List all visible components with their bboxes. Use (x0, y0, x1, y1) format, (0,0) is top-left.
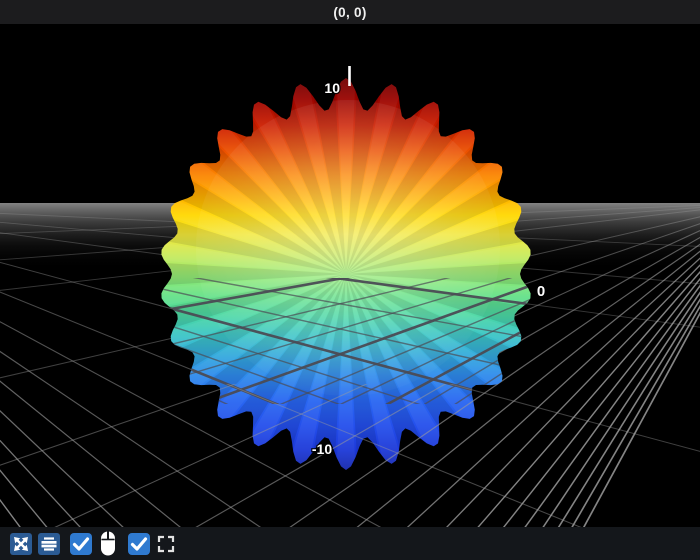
checkmark-icon (130, 536, 148, 551)
secondary-checkbox[interactable] (128, 532, 150, 555)
move-arrows-icon (14, 536, 28, 551)
checkmark-icon (72, 536, 90, 551)
axis-label-zero: 0 (537, 283, 545, 300)
fullscreen-icon[interactable] (156, 534, 176, 554)
align-center-button[interactable] (38, 532, 60, 555)
title-bar: (0, 0) (0, 0, 700, 24)
app-window: (0, 0) 10 -10 0 (0, 0, 700, 560)
z-axis-label-bottom: -10 (312, 441, 332, 457)
z-axis-label-top: 10 (324, 80, 340, 96)
align-center-icon (41, 536, 57, 551)
coordinate-readout: (0, 0) (333, 4, 367, 20)
pan-button[interactable] (10, 532, 32, 555)
surface-plot-canvas[interactable]: 10 -10 0 (0, 24, 700, 527)
mouse-rotate-checkbox[interactable] (70, 532, 92, 555)
mouse-icon (98, 530, 118, 557)
bottom-toolbar (0, 527, 700, 560)
plot-viewport[interactable]: 10 -10 0 (0, 24, 700, 527)
